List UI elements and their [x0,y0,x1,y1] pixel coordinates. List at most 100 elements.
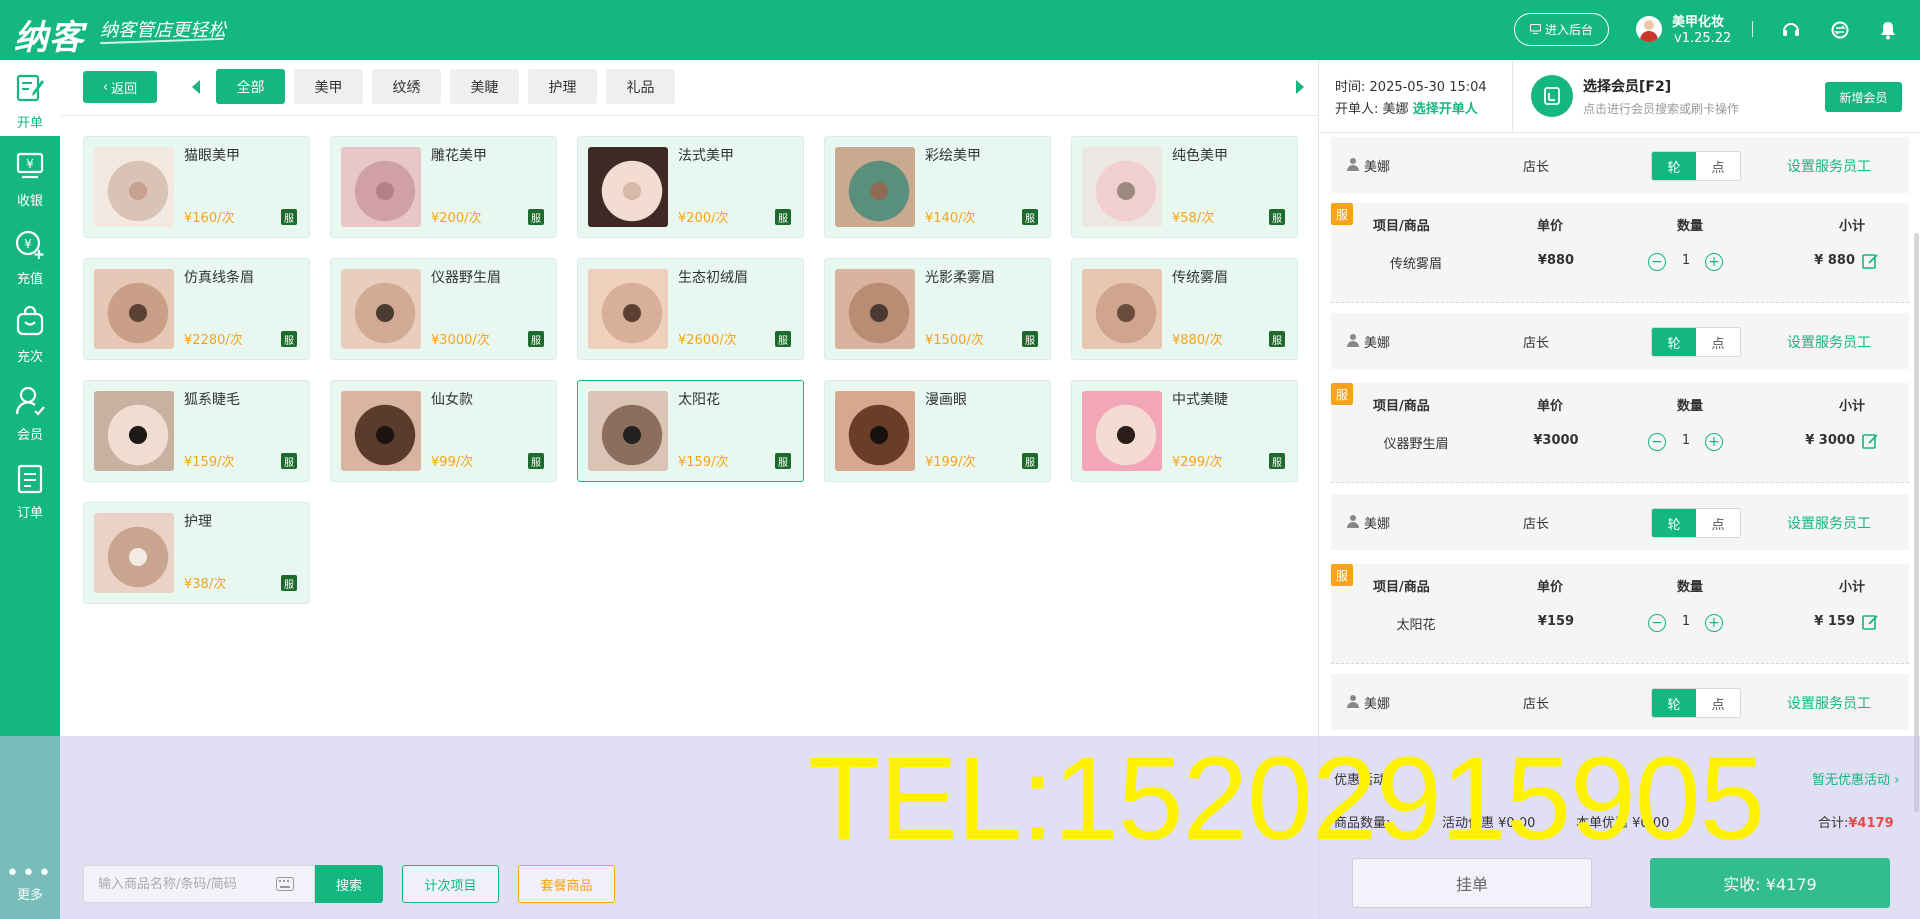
tab-care[interactable]: 护理 [528,69,597,104]
staff-name: 美娜 [1364,160,1391,175]
product-card[interactable]: 光影柔雾眉 ¥1500/次 服 [824,258,1051,360]
minus-icon[interactable]: − [1648,433,1666,451]
sidebar-item-open-order[interactable]: 开单 [0,60,60,136]
product-price: ¥159/次 [678,455,729,470]
product-card[interactable]: 中式美睫 ¥299/次 服 [1071,380,1298,482]
edit-icon[interactable] [1861,432,1879,450]
back-button[interactable]: ‹ 返回 [83,71,157,103]
product-card[interactable]: 太阳花 ¥159/次 服 [577,380,804,482]
line-subtotal: ¥ 3000 [1805,433,1855,448]
tabs-scroll-right-icon[interactable] [1296,80,1304,94]
line-subtotal: ¥ 880 [1814,253,1855,268]
plus-icon[interactable]: + [1705,433,1723,451]
minus-icon[interactable]: − [1648,614,1666,632]
rotation-option[interactable]: 轮 [1652,689,1696,717]
set-staff-link[interactable]: 设置服务员工 [1787,693,1871,713]
sidebar-item-cashier[interactable]: ¥ 收银 [0,138,60,214]
service-badge: 服 [1022,453,1038,469]
sidebar-item-member[interactable]: 会员 [0,372,60,448]
product-card[interactable]: 纯色美甲 ¥58/次 服 [1071,136,1298,238]
assign-option[interactable]: 点 [1696,328,1740,356]
product-name: 狐系睫毛 [184,392,240,408]
product-card[interactable]: 仿真线条眉 ¥2280/次 服 [83,258,310,360]
svg-text:¥: ¥ [24,237,32,251]
tabs-scroll-left-icon[interactable] [192,80,200,94]
product-card[interactable]: 仪器野生眉 ¥3000/次 服 [330,258,557,360]
sidebar-item-recharge[interactable]: ¥ 充值 [0,216,60,292]
assign-option[interactable]: 点 [1696,509,1740,537]
hold-order-button[interactable]: 挂单 [1352,858,1592,908]
stat-total: 合计:¥4179 [1818,812,1894,831]
product-card[interactable]: 传统雾眉 ¥880/次 服 [1071,258,1298,360]
assign-option[interactable]: 点 [1696,689,1740,717]
rotation-toggle: 轮点 [1651,508,1741,538]
plus-icon[interactable]: + [1705,253,1723,271]
select-member-title[interactable]: 选择会员[F2] [1583,76,1671,96]
product-card[interactable]: 生态初绒眉 ¥2600/次 服 [577,258,804,360]
enter-backend-button[interactable]: 进入后台 [1514,13,1609,46]
col-qty-header: 数量 [1677,580,1704,595]
product-card[interactable]: 仙女款 ¥99/次 服 [330,380,557,482]
select-opener-link[interactable]: 选择开单人 [1413,102,1478,117]
new-member-button[interactable]: 新增会员 [1825,82,1902,112]
checkout-button[interactable]: 实收: ¥4179 [1650,858,1890,908]
order-time: 时间: 2025-05-30 15:04 [1335,76,1487,95]
sidebar-item-label: 充次 [16,350,43,365]
keyboard-icon[interactable] [276,877,294,891]
edit-icon[interactable] [1861,252,1879,270]
product-card[interactable]: 雕花美甲 ¥200/次 服 [330,136,557,238]
sidebar-item-orders[interactable]: 订单 [0,450,60,526]
order-scrollbar[interactable] [1914,233,1919,813]
product-price: ¥140/次 [925,211,976,226]
tab-all[interactable]: 全部 [216,69,285,104]
promo-link[interactable]: 暂无优惠活动 › [1812,769,1899,788]
rotation-option[interactable]: 轮 [1652,152,1696,180]
service-badge: 服 [281,209,297,225]
product-image [341,147,421,227]
search-button[interactable]: 搜索 [315,865,383,903]
minus-icon[interactable]: − [1648,253,1666,271]
product-card[interactable]: 狐系睫毛 ¥159/次 服 [83,380,310,482]
product-card[interactable]: 护理 ¥38/次 服 [83,502,310,604]
edit-icon[interactable] [1861,613,1879,631]
plus-icon[interactable]: + [1705,614,1723,632]
member-card-icon[interactable] [1531,75,1573,117]
line-qty: 1 [1681,253,1691,268]
product-card[interactable]: 漫画眼 ¥199/次 服 [824,380,1051,482]
service-badge: 服 [1269,209,1285,225]
product-card[interactable]: 法式美甲 ¥200/次 服 [577,136,804,238]
rotation-option[interactable]: 轮 [1652,509,1696,537]
product-card[interactable]: 彩绘美甲 ¥140/次 服 [824,136,1051,238]
product-card[interactable]: 猫眼美甲 ¥160/次 服 [83,136,310,238]
sidebar-item-recharge-count[interactable]: 充次 [0,294,60,370]
user-avatar[interactable] [1636,16,1662,42]
promo-link-text: 暂无优惠活动 [1812,773,1891,788]
set-staff-link[interactable]: 设置服务员工 [1787,156,1871,176]
headset-icon[interactable] [1780,19,1802,41]
sidebar-item-more[interactable]: ••• 更多 [0,849,60,919]
order-header-divider [1319,132,1920,133]
bell-icon[interactable] [1877,19,1899,41]
product-image [588,269,668,349]
bag-icon [13,305,47,344]
product-name: 仙女款 [431,392,473,408]
package-items-button[interactable]: 套餐商品 [518,865,615,903]
rotation-option[interactable]: 轮 [1652,328,1696,356]
staff-name: 美娜 [1364,517,1391,532]
count-items-button[interactable]: 计次项目 [402,865,499,903]
service-badge: 服 [1022,331,1038,347]
set-staff-link[interactable]: 设置服务员工 [1787,513,1871,533]
assign-option[interactable]: 点 [1696,152,1740,180]
product-name: 彩绘美甲 [925,148,981,164]
tab-gift[interactable]: 礼品 [606,69,675,104]
set-staff-link[interactable]: 设置服务员工 [1787,332,1871,352]
tab-lash[interactable]: 美睫 [450,69,519,104]
line-price: ¥159 [1537,614,1575,629]
switch-icon[interactable] [1829,19,1851,41]
col-subtotal-header: 小计 [1839,399,1866,414]
product-image [835,147,915,227]
product-name: 光影柔雾眉 [925,270,995,286]
tab-embroidery[interactable]: 纹绣 [372,69,441,104]
person-icon [1347,515,1359,528]
tab-nail[interactable]: 美甲 [294,69,363,104]
